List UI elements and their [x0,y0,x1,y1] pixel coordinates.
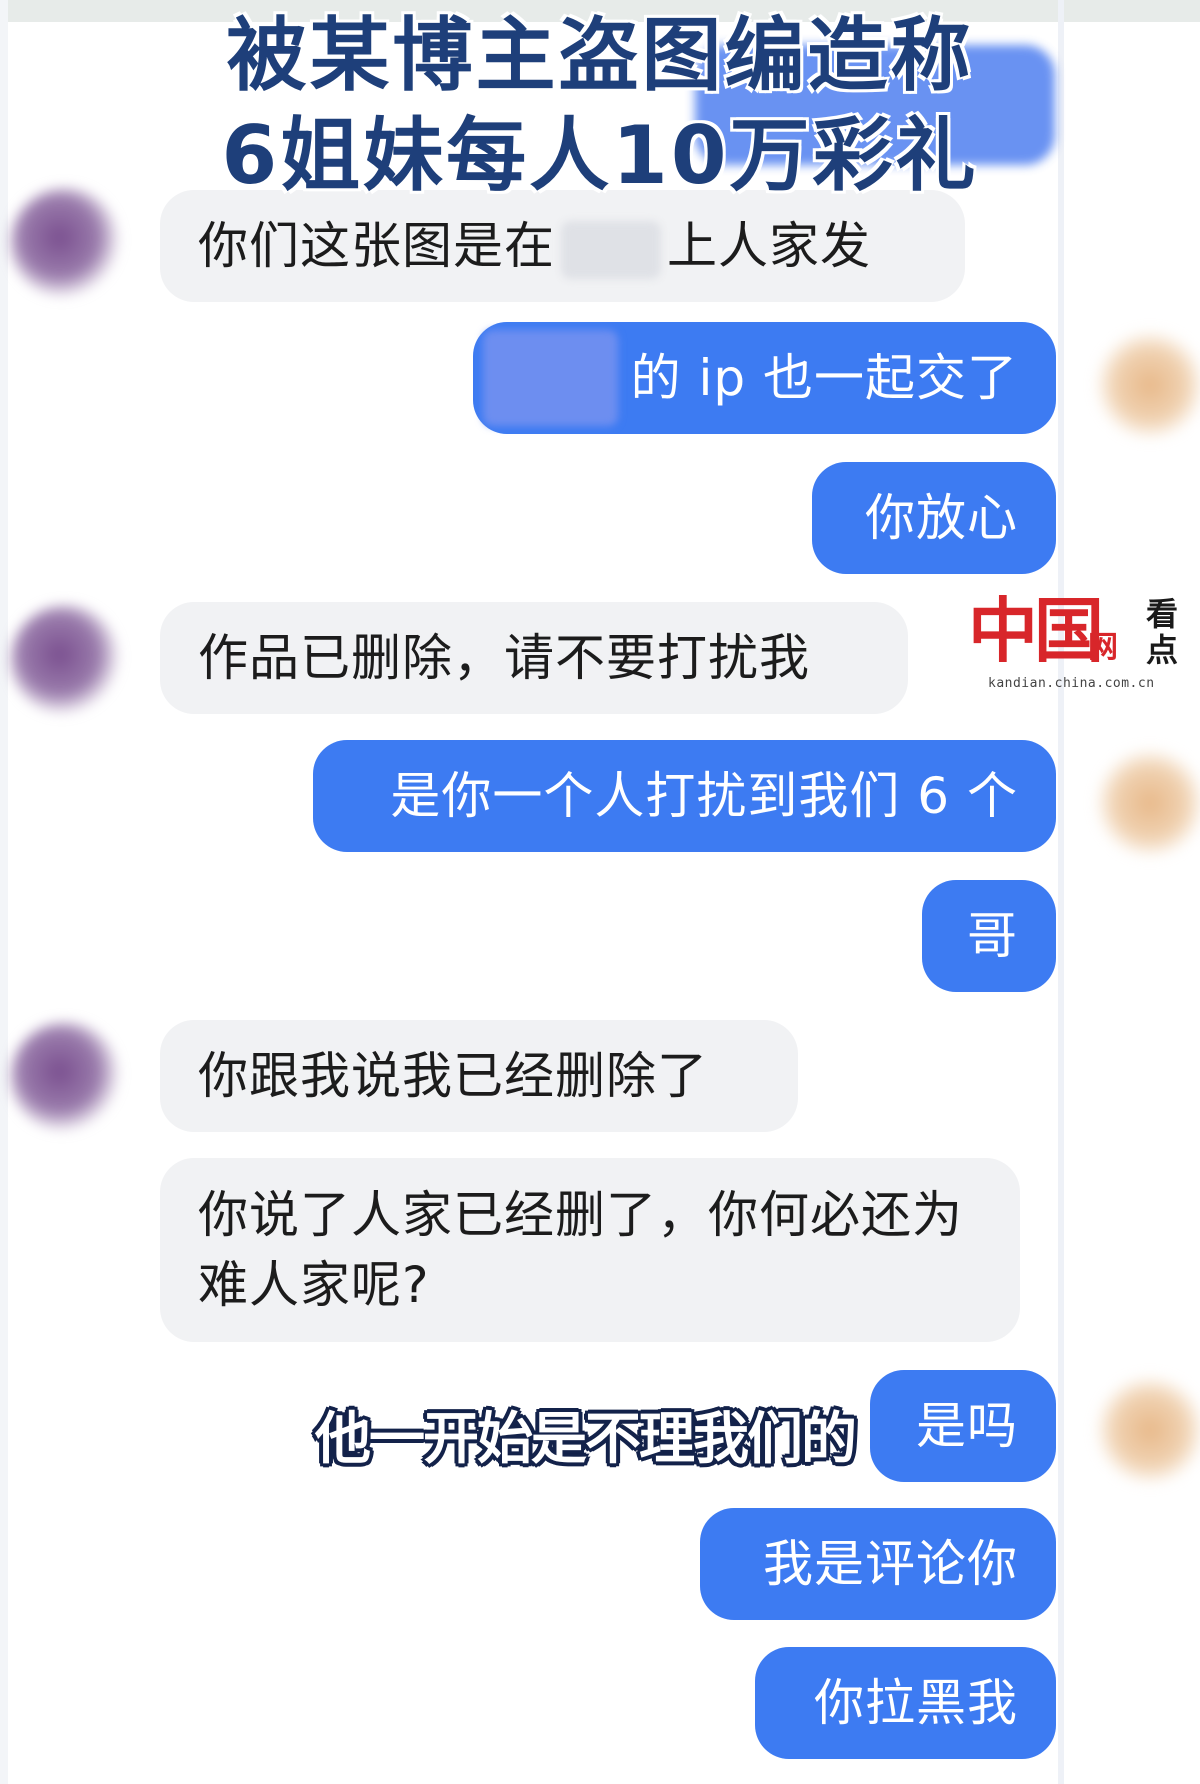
video-title: 被某博主盗图编造称 6姐妹每人10万彩礼 [160,6,1040,206]
message-text: 哥 [967,907,1018,965]
title-line-1: 被某博主盗图编造称 [226,9,974,102]
message-text: 作品已删除，请不要打扰我 [198,629,810,687]
user-avatar [1095,748,1200,858]
message-text: 你说了人家已经删了，你何必还为难人家呢? [198,1186,963,1314]
message-text: 我是评论你 [763,1535,1018,1593]
message-bubble-incoming: 你们这张图是在 上人家发 [160,190,965,302]
message-bubble-outgoing: 是吗 [870,1370,1056,1482]
china-com-watermark: 中国 网 看点 kandian.china.com.cn [968,592,1198,704]
title-line-2: 6姐妹每人10万彩礼 [221,109,979,202]
user-avatar [1095,1375,1200,1485]
user-avatar [1095,330,1200,440]
contact-avatar [10,1022,120,1132]
redacted-location [483,330,618,426]
message-text: 上人家发 [667,217,871,275]
message-bubble-incoming: 你说了人家已经删了，你何必还为难人家呢? [160,1158,1020,1342]
message-text: 你跟我说我已经删除了 [198,1047,708,1105]
message-bubble-incoming: 你跟我说我已经删除了 [160,1020,798,1132]
message-text: 的 ip 也一起交了 [630,349,1018,407]
message-bubble-outgoing: 我是评论你 [700,1508,1056,1620]
message-text: 你放心 [865,489,1018,547]
chat-screenshot: 你们这张图是在 上人家发 的 ip 也一起交了 你放心 作品已删除，请不要打扰我 … [0,0,1200,1784]
contact-avatar [10,188,120,298]
right-edge [1058,0,1064,1784]
message-bubble-incoming: 作品已删除，请不要打扰我 [160,602,908,714]
watermark-kandian: 看点 [1146,595,1179,669]
redacted-platform-name [561,220,661,279]
watermark-logo: 中国 [968,589,1104,672]
message-bubble-outgoing: 是你一个人打扰到我们 6 个 [313,740,1056,852]
message-text: 你拉黑我 [814,1674,1018,1732]
video-subtitle: 他一开始是不理我们的 [315,1407,857,1472]
left-edge [0,0,8,1784]
message-text: 你们这张图是在 [198,217,555,275]
watermark-net: 网 [1088,630,1118,665]
message-bubble-outgoing: 你放心 [812,462,1056,574]
contact-avatar [10,605,120,715]
message-bubble-outgoing: 你拉黑我 [755,1647,1056,1759]
message-text: 是吗 [916,1397,1018,1455]
message-bubble-outgoing: 的 ip 也一起交了 [473,322,1056,434]
message-bubble-outgoing: 哥 [922,880,1056,992]
watermark-url: kandian.china.com.cn [988,676,1155,691]
message-text: 是你一个人打扰到我们 6 个 [390,767,1018,825]
